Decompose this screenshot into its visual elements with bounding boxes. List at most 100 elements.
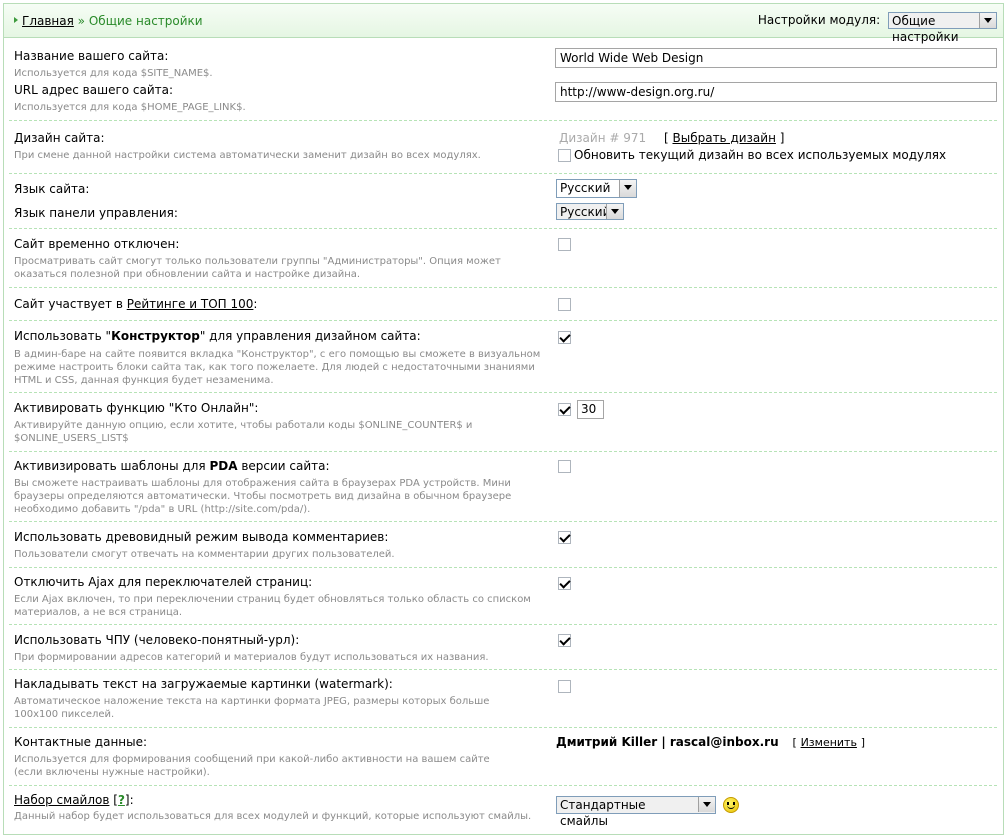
design-desc: При смене данной настройки система автом… [14, 150, 481, 161]
contacts-label: Контактные данные: [14, 735, 148, 749]
constructor-desc: В админ-баре на сайте появится вкладка "… [14, 349, 541, 386]
pda-label-suffix: версии сайта: [237, 459, 330, 473]
design-current-row: Дизайн # 971 [ Выбрать дизайн ] [559, 131, 784, 145]
site-name-desc: Используется для кода $SITE_NAME$. [14, 68, 213, 79]
divider [9, 120, 997, 121]
pda-label: Активизировать шаблоны для PDA версии са… [14, 459, 330, 473]
site-disabled-label: Сайт временно отключен: [14, 237, 180, 251]
module-settings-select[interactable]: Общие настройки [888, 12, 997, 44]
language-select[interactable]: Русский [556, 179, 637, 198]
divider [9, 624, 997, 625]
smiles-help-link[interactable]: ? [118, 793, 125, 807]
rating-label-prefix: Сайт участвует в [14, 297, 127, 311]
panel-language-select[interactable]: Русский [556, 203, 624, 220]
site-disabled-desc: Просматривать сайт смогут только пользов… [14, 256, 501, 280]
rating-label-suffix: : [253, 297, 258, 311]
design-current: Дизайн # 971 [559, 131, 647, 145]
ajax-label: Отключить Ajax для переключателей страни… [14, 575, 313, 589]
divider [9, 521, 997, 522]
who-online-minutes-input[interactable]: 30 [577, 400, 604, 419]
constructor-label: Использовать "Конструктор" для управлени… [14, 329, 421, 343]
site-name-input[interactable]: World Wide Web Design [555, 48, 997, 68]
site-disabled-checkbox[interactable] [558, 238, 571, 251]
tree-comments-label: Использовать древовидный режим вывода ко… [14, 530, 389, 544]
divider [9, 320, 997, 321]
tree-comments-desc: Пользователи смогут отвечать на коммента… [14, 549, 395, 560]
constructor-label-suffix: " для управления дизайном сайта: [199, 329, 421, 343]
top-bar: Главная » Общие настройки Настройки моду… [4, 4, 1003, 44]
who-online-label: Активировать функцию "Кто Онлайн": [14, 401, 259, 415]
rating-label: Сайт участвует в Рейтинге и ТОП 100: [14, 297, 257, 311]
pda-checkbox[interactable] [558, 460, 571, 473]
divider [9, 567, 997, 568]
bracket: ] [860, 736, 866, 749]
watermark-desc: Автоматическое наложение текста на карти… [14, 696, 490, 720]
chevron-down-icon [619, 180, 636, 197]
pda-desc: Вы сможете настраивать шаблоны для отобр… [14, 478, 512, 515]
site-url-input[interactable]: http://www-design.org.ru/ [555, 82, 997, 102]
pda-label-prefix: Активизировать шаблоны для [14, 459, 210, 473]
cpu-checkbox[interactable] [558, 634, 571, 647]
smiley-icon [723, 797, 739, 813]
pda-label-bold: PDA [209, 459, 238, 473]
breadcrumb-separator: » [77, 14, 86, 28]
constructor-checkbox[interactable] [558, 331, 571, 344]
divider [9, 228, 997, 229]
ajax-checkbox[interactable] [558, 577, 571, 590]
rating-checkbox[interactable] [558, 298, 571, 311]
site-url-desc: Используется для кода $HOME_PAGE_LINK$. [14, 102, 246, 113]
contacts-desc: Используется для формирования сообщений … [14, 754, 490, 778]
language-value: Русский [560, 181, 611, 195]
bracket: ]: [124, 793, 134, 807]
breadcrumb-current: Общие настройки [88, 14, 203, 28]
panel-language-value: Русский [560, 205, 611, 219]
bracket: [ [792, 736, 797, 749]
who-online-desc: Активируйте данную опцию, если хотите, ч… [14, 420, 473, 444]
contacts-value: Дмитрий Killer | rascal@inbox.ru [556, 735, 779, 749]
module-settings-label: Настройки модуля: [757, 13, 881, 27]
update-design-checkbox[interactable] [558, 149, 571, 162]
cpu-desc: При формировании адресов категорий и мат… [14, 652, 489, 663]
chevron-down-icon [606, 204, 623, 219]
smiles-value: Стандартные смайлы [560, 798, 646, 828]
contacts-value-row: Дмитрий Killer | rascal@inbox.ru [ Измен… [556, 735, 865, 749]
module-settings-value: Общие настройки [892, 14, 959, 44]
breadcrumb: Главная » Общие настройки [14, 14, 203, 28]
panel-language-label: Язык панели управления: [14, 206, 178, 220]
divider [9, 785, 997, 786]
smiles-desc: Данный набор будет использоваться для вс… [14, 811, 532, 822]
breadcrumb-home-link[interactable]: Главная [22, 14, 74, 28]
divider [9, 727, 997, 728]
breadcrumb-arrow-icon [14, 17, 18, 23]
update-design-label: Обновить текущий дизайн во всех использу… [574, 148, 947, 162]
module-settings: Настройки модуля: Общие настройки [757, 12, 997, 44]
chevron-down-icon [698, 797, 715, 812]
divider [9, 451, 997, 452]
cpu-label: Использовать ЧПУ (человеко-понятный-урл)… [14, 633, 300, 647]
divider [9, 392, 997, 393]
rating-link[interactable]: Рейтинге и ТОП 100 [127, 297, 254, 311]
tree-comments-checkbox[interactable] [558, 531, 571, 544]
choose-design-link[interactable]: Выбрать дизайн [672, 131, 775, 145]
smiles-select[interactable]: Стандартные смайлы [556, 796, 716, 828]
bracket: ] [779, 131, 785, 145]
change-contacts-link[interactable]: Изменить [801, 736, 857, 749]
constructor-label-bold: Конструктор [111, 329, 200, 343]
smiles-link[interactable]: Набор смайлов [14, 793, 109, 807]
watermark-label: Накладывать текст на загружаемые картинк… [14, 677, 393, 691]
smiles-label: Набор смайлов [?]: [14, 793, 134, 807]
constructor-label-prefix: Использовать " [14, 329, 112, 343]
language-label: Язык сайта: [14, 182, 90, 196]
chevron-down-icon [979, 13, 996, 28]
ajax-desc: Если Ajax включен, то при переключении с… [14, 594, 531, 618]
bracket: [ [663, 131, 669, 145]
settings-panel: Главная » Общие настройки Настройки моду… [3, 3, 1004, 835]
who-online-checkbox[interactable] [558, 403, 571, 416]
watermark-checkbox[interactable] [558, 680, 571, 693]
site-url-label: URL адрес вашего сайта: [14, 83, 174, 97]
divider [9, 173, 997, 174]
design-label: Дизайн сайта: [14, 131, 105, 145]
divider [9, 287, 997, 288]
divider [9, 669, 997, 670]
site-name-label: Название вашего сайта: [14, 49, 169, 63]
